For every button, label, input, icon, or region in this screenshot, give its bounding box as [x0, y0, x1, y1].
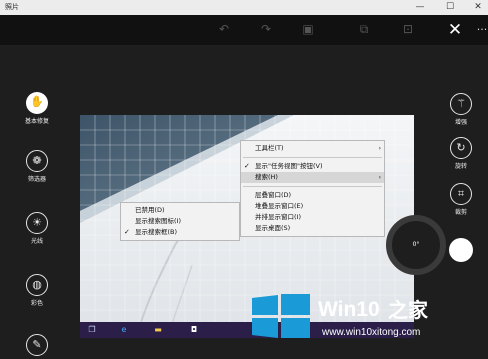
task-view-icon: ❐ [88, 325, 96, 334]
chevron-right-icon: › [378, 174, 381, 181]
menu-item-search[interactable]: 搜索(H) › [241, 172, 384, 183]
submenu-item-disabled[interactable]: 已禁用(D) [121, 205, 239, 216]
window-title: 照片 [5, 3, 19, 11]
magic-wand-icon: ⚚ [450, 93, 472, 115]
tool-crop[interactable]: ⌗ 裁剪 [439, 183, 483, 217]
compare-button[interactable]: ▣ [300, 21, 316, 37]
brush-icon: ✎ [26, 334, 48, 356]
menu-item-stack[interactable]: 堆叠显示窗口(E) [241, 201, 384, 212]
checkmark-icon: ✓ [124, 228, 130, 236]
edit-toolbar: ↶ ↷ ▣ ⧉ ⊡ ✕ ··· [0, 15, 488, 45]
search-submenu: 已禁用(D) 显示搜索图标(I) ✓ 显示搜索框(B) [120, 202, 240, 241]
submenu-item-show-search-box[interactable]: ✓ 显示搜索框(B) [121, 227, 239, 238]
rotation-angle: 0° [412, 241, 420, 248]
close-window-button[interactable]: ✕ [468, 0, 488, 15]
minimize-button[interactable]: — [410, 0, 430, 15]
rotation-dial[interactable]: 0° [386, 215, 446, 275]
menu-item-toolbars[interactable]: 工具栏(T) › [241, 143, 384, 154]
menu-item-side-by-side[interactable]: 并排显示窗口(I) [241, 212, 384, 223]
tool-label: 筛选器 [27, 176, 46, 183]
store-icon: ◘ [190, 325, 198, 334]
tool-color[interactable]: ◍ 彩色 [15, 274, 59, 308]
filter-icon: ❁ [26, 150, 48, 172]
maximize-button[interactable]: ☐ [440, 0, 460, 15]
tool-filters[interactable]: ❁ 筛选器 [15, 150, 59, 184]
checkmark-icon: ✓ [244, 162, 250, 170]
menu-item-show-desktop[interactable]: 显示桌面(S) [241, 223, 384, 234]
save-copy-button[interactable]: ⧉ [356, 21, 372, 37]
crop-icon: ⌗ [450, 183, 472, 205]
undo-button[interactable]: ↶ [216, 21, 232, 37]
watermark-brand-win: Win10 [318, 298, 380, 321]
edge-browser-icon: e [121, 325, 127, 334]
watermark-url: www.win10xitong.com [322, 327, 421, 338]
tool-basic-fix[interactable]: ✋ 基本修复 [15, 92, 59, 126]
menu-item-task-view-button[interactable]: ✓ 显示"任务视图"按钮(V) [241, 161, 384, 172]
tool-label: 基本修复 [24, 118, 49, 125]
watermark-brand-cn: 之家 [388, 298, 428, 322]
submenu-item-show-search-icon[interactable]: 显示搜索图标(I) [121, 216, 239, 227]
close-edit-button[interactable]: ✕ [444, 20, 466, 40]
palette-icon: ◍ [26, 274, 48, 296]
menu-item-cascade[interactable]: 层叠窗口(D) [241, 190, 384, 201]
tool-label: 裁剪 [454, 209, 467, 216]
redo-button[interactable]: ↷ [258, 21, 274, 37]
more-options-button[interactable]: ··· [476, 20, 488, 40]
windows-logo [252, 294, 310, 338]
chevron-right-icon: › [378, 145, 381, 152]
tool-enhance[interactable]: ⚚ 增强 [439, 93, 483, 127]
menu-separator [243, 186, 382, 187]
tool-label: 光线 [30, 238, 43, 245]
save-button[interactable]: ⊡ [400, 21, 416, 37]
file-explorer-icon: ▬ [154, 325, 162, 334]
tool-label: 增强 [454, 119, 467, 126]
rotate-icon: ↻ [450, 137, 472, 159]
hand-icon: ✋ [26, 92, 48, 114]
tool-label: 彩色 [30, 300, 43, 307]
taskbar-context-menu: 工具栏(T) › ✓ 显示"任务视图"按钮(V) 搜索(H) › 层叠窗口(D) 堆叠… [240, 140, 385, 237]
menu-separator [243, 157, 382, 158]
tool-label: 旋转 [454, 163, 467, 170]
tool-effects[interactable]: ✎ [15, 334, 59, 356]
tool-rotate[interactable]: ↻ 旋转 [439, 137, 483, 171]
title-bar: 照片 — ☐ ✕ [0, 0, 488, 15]
rotation-knob[interactable] [449, 238, 473, 262]
tool-light[interactable]: ☀ 光线 [15, 212, 59, 246]
sun-icon: ☀ [26, 212, 48, 234]
